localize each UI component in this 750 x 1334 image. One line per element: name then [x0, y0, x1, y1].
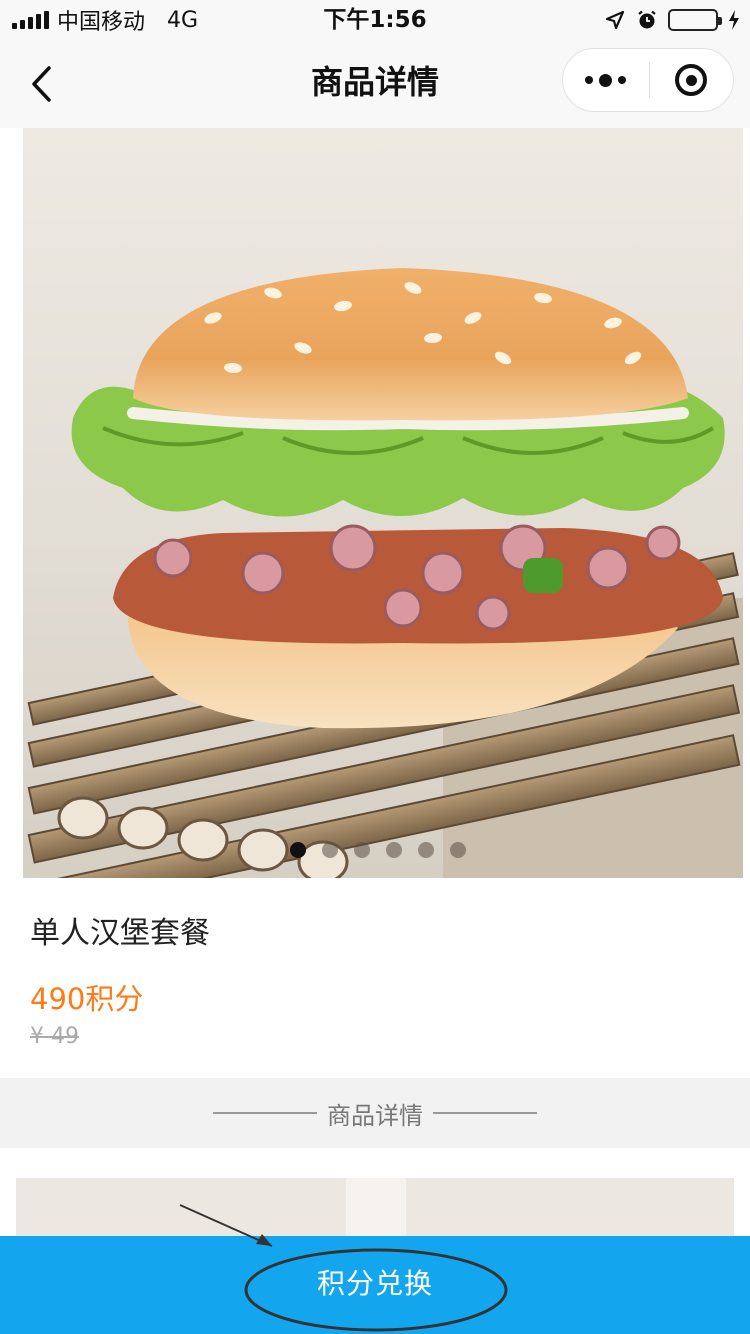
nav-bar: 商品详情: [0, 40, 750, 128]
carousel-dot[interactable]: [290, 842, 306, 858]
mini-program-capsule: [562, 48, 734, 112]
location-icon: [605, 10, 625, 30]
exchange-button-label: 积分兑换: [316, 1267, 433, 1300]
carousel-dot[interactable]: [322, 842, 338, 858]
original-price: ¥ 49: [30, 1024, 79, 1049]
close-button[interactable]: [650, 48, 734, 112]
carousel-dot[interactable]: [386, 842, 402, 858]
status-right: [604, 0, 740, 40]
more-icon: [585, 73, 627, 87]
carousel-indicator: [23, 842, 738, 858]
product-image-carousel[interactable]: [23, 128, 743, 878]
points-price: 490积分: [30, 982, 144, 1016]
alarm-icon: [638, 10, 656, 29]
charging-icon: [729, 10, 739, 30]
detail-section-header: 商品详情: [0, 1078, 750, 1148]
product-image: [23, 128, 743, 878]
close-target-icon: [675, 64, 708, 96]
product-name: 单人汉堡套餐: [30, 916, 210, 951]
divider-line-right: [433, 1112, 537, 1114]
exchange-button[interactable]: 积分兑换: [0, 1236, 750, 1334]
detail-section-label: 商品详情: [327, 1101, 423, 1130]
carousel-dot[interactable]: [354, 842, 370, 858]
battery-icon: [668, 9, 722, 31]
carousel-dot[interactable]: [418, 842, 434, 858]
more-button[interactable]: [563, 48, 649, 112]
status-bar: 中国移动 4G 下午1:56: [0, 0, 750, 40]
divider-line-left: [213, 1112, 317, 1114]
carousel-dot[interactable]: [450, 842, 466, 858]
